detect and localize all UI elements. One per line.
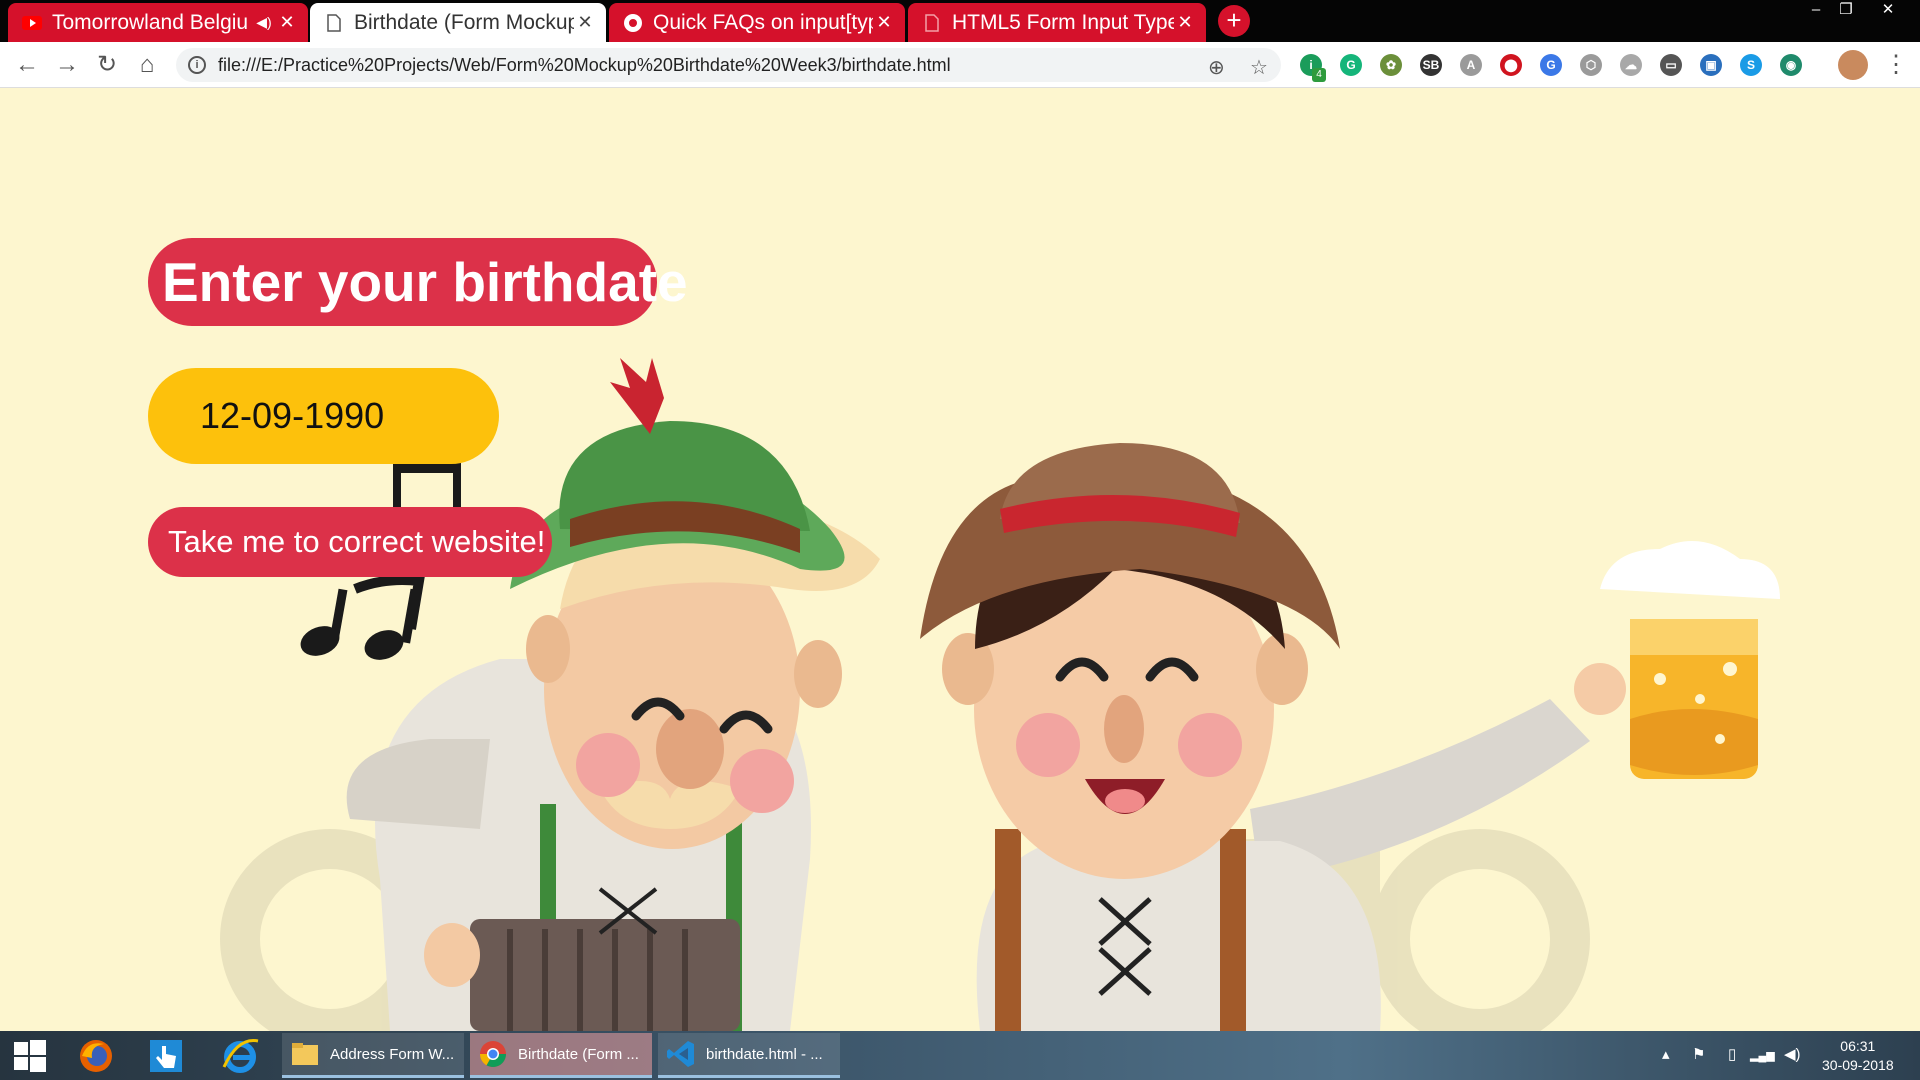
address-url[interactable]: file:///E:/Practice%20Projects/Web/Form%… bbox=[218, 55, 951, 76]
internet-explorer-icon[interactable] bbox=[214, 1035, 266, 1077]
taskbar-app-label: birthdate.html - ... bbox=[706, 1045, 823, 1063]
translate-icon[interactable]: G bbox=[1540, 54, 1562, 76]
screenshot-extension-icon[interactable]: ▣ bbox=[1700, 54, 1722, 76]
cast-icon[interactable]: ▭ bbox=[1660, 54, 1682, 76]
bookmark-star-icon[interactable]: ☆ bbox=[1250, 55, 1268, 80]
beer-drinker-character bbox=[920, 443, 1590, 1031]
page-content: Enter your birthdate Take me to correct … bbox=[0, 89, 1920, 1031]
battery-icon[interactable]: ▯ bbox=[1728, 1045, 1736, 1063]
tray-chevron-icon[interactable]: ▴ bbox=[1662, 1045, 1670, 1063]
tab-html5-form[interactable]: HTML5 Form Input Type ✕ bbox=[908, 3, 1206, 42]
tab-strip: Tomorrowland Belgiu ◀) ✕ Birthdate (Form… bbox=[0, 0, 1920, 42]
page-title: Enter your birthdate bbox=[148, 238, 688, 326]
sb-extension-icon[interactable]: SB bbox=[1420, 54, 1442, 76]
zoom-icon[interactable]: ⊕ bbox=[1208, 55, 1225, 80]
tab-title: Tomorrowland Belgiu bbox=[52, 10, 249, 34]
tab-birthdate[interactable]: Birthdate (Form Mockup ✕ bbox=[310, 3, 606, 42]
volume-icon[interactable]: ◀) bbox=[1784, 1045, 1801, 1063]
taskbar-app-label: Address Form W... bbox=[330, 1045, 455, 1063]
font-extension-icon[interactable]: A bbox=[1460, 54, 1482, 76]
menu-icon[interactable]: ⋮ bbox=[1884, 50, 1908, 79]
windows-start-icon[interactable] bbox=[4, 1035, 56, 1077]
page-icon bbox=[324, 13, 344, 33]
page-icon bbox=[922, 13, 942, 33]
clock-date: 30-09-2018 bbox=[1822, 1057, 1894, 1073]
restore-button[interactable]: ❐ bbox=[1830, 0, 1862, 22]
home-button[interactable]: ⌂ bbox=[132, 50, 162, 80]
forward-button[interactable]: → bbox=[52, 50, 82, 80]
tab-title: Birthdate (Form Mockup bbox=[354, 10, 574, 34]
back-button[interactable]: ← bbox=[12, 50, 42, 80]
globe-extension-icon[interactable]: ◉ bbox=[1780, 54, 1802, 76]
youtube-icon bbox=[22, 13, 42, 33]
tab-close-icon[interactable]: ✕ bbox=[873, 12, 895, 33]
chrome-icon bbox=[479, 1041, 507, 1068]
new-tab-button[interactable]: + bbox=[1218, 5, 1250, 37]
browser-toolbar: ← → ↻ ⌂ i file:///E:/Practice%20Projects… bbox=[0, 42, 1920, 88]
touch-app-icon[interactable] bbox=[140, 1035, 192, 1077]
taskbar-app-label: Birthdate (Form ... bbox=[518, 1045, 639, 1063]
close-window-button[interactable]: ✕ bbox=[1872, 0, 1904, 22]
chrome-icon bbox=[623, 13, 643, 33]
birthdate-input[interactable] bbox=[148, 368, 499, 464]
vscode-icon bbox=[667, 1041, 694, 1067]
clock-time: 06:31 bbox=[1840, 1038, 1876, 1054]
tab-title: HTML5 Form Input Type bbox=[952, 10, 1174, 34]
beer-mug-illustration bbox=[1574, 541, 1780, 779]
tab-tomorrowland[interactable]: Tomorrowland Belgiu ◀) ✕ bbox=[8, 3, 308, 42]
firefox-icon[interactable] bbox=[70, 1035, 122, 1077]
cube-extension-icon[interactable]: ⬡ bbox=[1580, 54, 1602, 76]
adblock-icon[interactable]: ⬤ bbox=[1500, 54, 1522, 76]
tab-close-icon[interactable]: ✕ bbox=[574, 12, 596, 33]
tab-close-icon[interactable]: ✕ bbox=[1174, 12, 1196, 33]
windows-taskbar: Address Form W... Birthdate (Form ... bi… bbox=[0, 1031, 1920, 1080]
speaker-icon[interactable]: ◀) bbox=[252, 14, 276, 31]
info-icon[interactable]: i bbox=[188, 56, 206, 74]
wifi-icon[interactable]: ▂▄▆ bbox=[1750, 1049, 1775, 1062]
folder-icon bbox=[292, 1043, 318, 1065]
extension-badge: 4 bbox=[1312, 68, 1326, 82]
skype-icon[interactable]: S bbox=[1740, 54, 1762, 76]
submit-button[interactable]: Take me to correct website! bbox=[148, 507, 552, 577]
tab-quick-faqs[interactable]: Quick FAQs on input[typ ✕ bbox=[609, 3, 905, 42]
taskbar-app-vscode[interactable]: birthdate.html - ... bbox=[658, 1033, 840, 1078]
taskbar-app-chrome[interactable]: Birthdate (Form ... bbox=[470, 1033, 652, 1078]
plant-extension-icon[interactable]: ✿ bbox=[1380, 54, 1402, 76]
taskbar-clock[interactable]: 06:31 30-09-2018 bbox=[1822, 1037, 1894, 1075]
cloud-extension-icon[interactable]: ☁ bbox=[1620, 54, 1642, 76]
reload-button[interactable]: ↻ bbox=[92, 50, 122, 80]
address-bar[interactable]: i file:///E:/Practice%20Projects/Web/For… bbox=[176, 48, 1281, 82]
grammarly-icon[interactable]: G bbox=[1340, 54, 1362, 76]
minimize-button[interactable]: – bbox=[1800, 0, 1832, 22]
tab-close-icon[interactable]: ✕ bbox=[276, 12, 298, 33]
profile-avatar[interactable] bbox=[1838, 50, 1868, 80]
action-center-flag-icon[interactable]: ⚑ bbox=[1692, 1045, 1705, 1063]
tab-title: Quick FAQs on input[typ bbox=[653, 10, 873, 34]
taskbar-app-address-form[interactable]: Address Form W... bbox=[282, 1033, 464, 1078]
